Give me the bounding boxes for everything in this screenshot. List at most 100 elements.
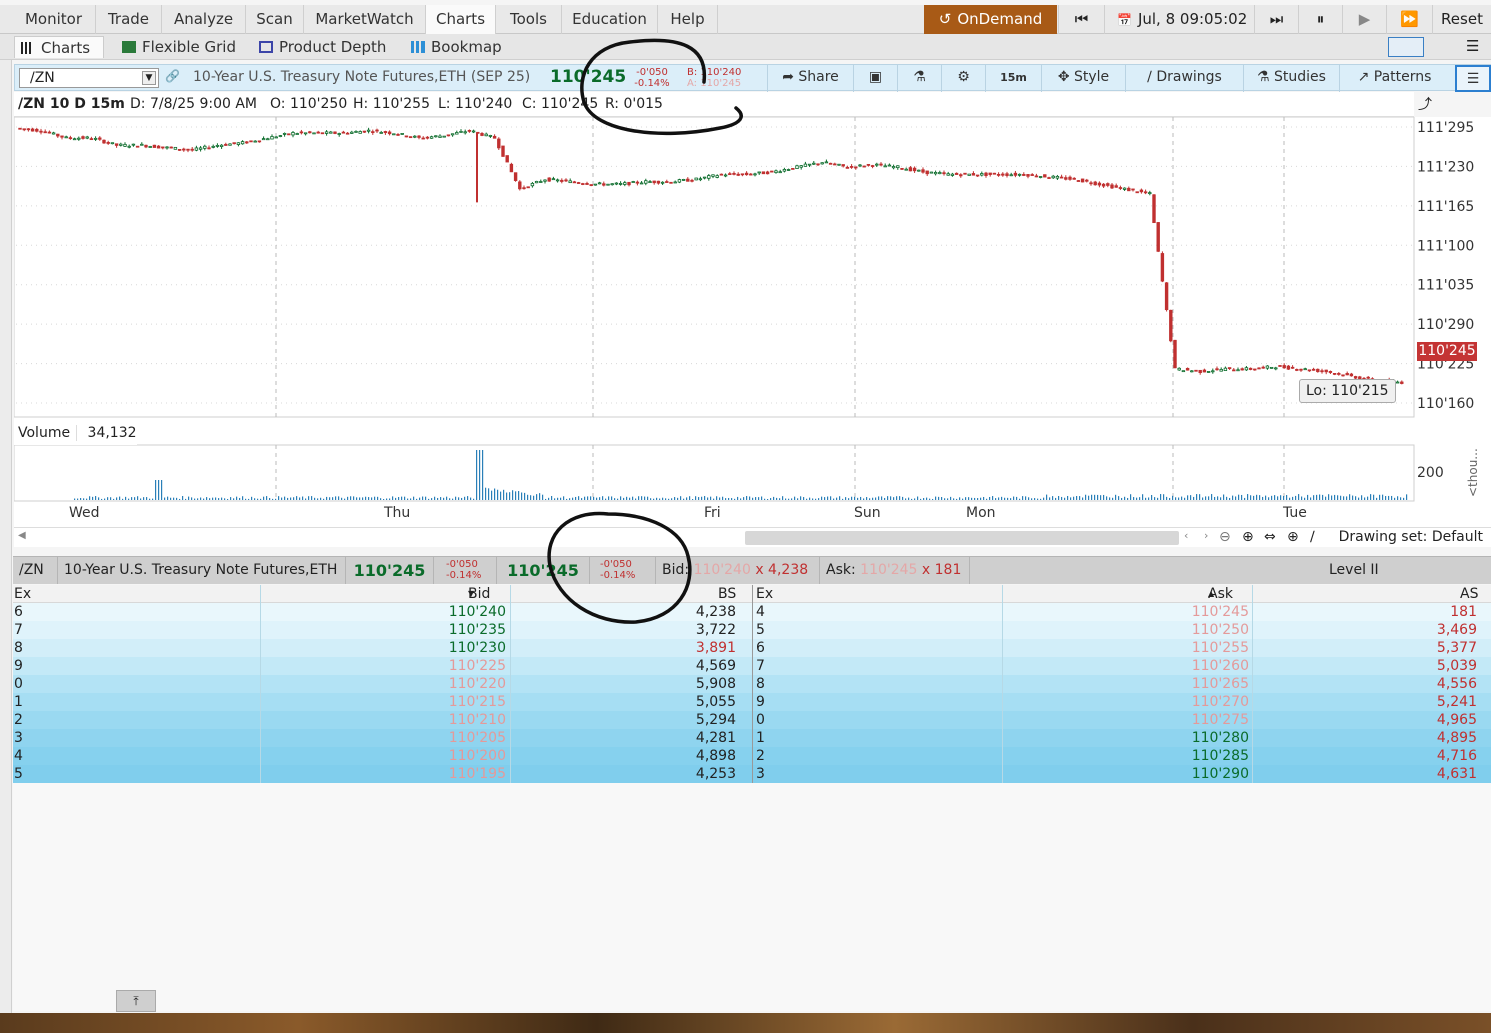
tab-product-depth[interactable]: Product Depth [253, 36, 393, 58]
style-label: Style [1074, 69, 1110, 85]
candle-body [774, 170, 778, 174]
snapshot-button[interactable]: ▣ [853, 65, 897, 92]
lab-button[interactable]: ⚗ [897, 65, 941, 92]
candle-body [329, 131, 333, 134]
ondemand-datetime[interactable]: 📅 Jul, 8 09:05:02 [1104, 5, 1254, 34]
drawing-set-label[interactable]: Drawing set: Default [1339, 528, 1483, 547]
volume-bar [428, 498, 430, 500]
candle-body [1026, 174, 1030, 177]
col-divider [510, 585, 511, 783]
volume-bar [221, 497, 223, 500]
price-axis-label: 110'160 [1417, 396, 1474, 412]
volume-bar [1058, 496, 1060, 500]
volume-bar [434, 496, 436, 500]
skip-button[interactable]: ⏩ [1386, 5, 1432, 34]
candle-body [635, 181, 640, 184]
volume-bar [566, 498, 568, 500]
candle-body [224, 143, 228, 146]
tab-flexible-grid[interactable]: Flexible Grid [116, 36, 242, 58]
ondemand-button[interactable]: ↺ OnDemand [924, 5, 1057, 34]
scroll-left-arrow[interactable]: ◀ [18, 530, 26, 541]
volume-bar [1301, 496, 1303, 500]
style-button[interactable]: ✥ Style [1041, 65, 1125, 92]
col-bs[interactable]: BS [718, 585, 736, 603]
chart-scrollbar-thumb[interactable] [745, 531, 1179, 545]
zoom-out-icon[interactable]: ⊖ [1219, 529, 1231, 545]
menu-analyze[interactable]: Analyze [162, 5, 246, 34]
link-icon[interactable]: 🔗 [165, 69, 180, 83]
cell-as: 4,895 [1436, 730, 1477, 746]
col-ex-bid[interactable]: Ex [14, 585, 31, 603]
left-panel-handle[interactable] [0, 34, 12, 1014]
tab-charts[interactable]: Charts [14, 36, 104, 58]
volume-bar [689, 496, 691, 500]
candle-body [152, 144, 157, 148]
studies-button[interactable]: ⚗ Studies [1243, 65, 1339, 92]
volume-bar [773, 496, 775, 500]
cell-bs: 5,908 [695, 676, 736, 692]
collapse-panel-button[interactable]: ⤒ [116, 990, 156, 1012]
volume-bar [506, 492, 508, 500]
scroll-next-icon[interactable]: › [1204, 529, 1208, 542]
menu-charts[interactable]: Charts [426, 5, 496, 34]
candle-body [358, 131, 362, 134]
menu-monitor[interactable]: Monitor [12, 5, 96, 34]
candle-body [782, 169, 787, 172]
scroll-prev-icon[interactable]: ‹ [1184, 529, 1188, 542]
candle-body [1253, 368, 1257, 371]
cell-bid: 110'205 [448, 730, 506, 746]
volume-bar [452, 498, 454, 500]
candle-body [375, 129, 379, 132]
reset-button[interactable]: Reset [1432, 5, 1491, 34]
menu-scan[interactable]: Scan [246, 5, 304, 34]
symbol-selector[interactable]: /ZN ▼ [19, 68, 159, 88]
chart-menu-button[interactable]: ☰ [1455, 65, 1491, 92]
chart-expand-icon[interactable]: ⤴ [1418, 94, 1432, 114]
volume-bar [761, 496, 763, 500]
price-chart-svg[interactable]: 111'295 111'230 111'165 111'100 111'035 110'2… [13, 116, 1491, 527]
patterns-button[interactable]: ↗ Patterns [1339, 65, 1449, 92]
play-button[interactable]: ▶ [1342, 5, 1386, 34]
volume-bar [1196, 494, 1198, 500]
draw-line-icon[interactable]: ∕ [1310, 529, 1315, 545]
settings-button[interactable]: ⚙ [941, 65, 985, 92]
volume-label: Volume [14, 425, 78, 441]
menu-help[interactable]: Help [658, 5, 718, 34]
timeframe-button[interactable]: 15m [985, 65, 1041, 92]
time-axis-label: Fri [704, 505, 721, 521]
play-icon: ▶ [1358, 10, 1371, 28]
cell-bid: 110'215 [448, 694, 506, 710]
candle-body [1152, 194, 1156, 224]
drawings-button[interactable]: ∕ Drawings [1125, 65, 1243, 92]
volume-bar [677, 497, 679, 500]
menu-tools[interactable]: Tools [496, 5, 562, 34]
col-ex-ask[interactable]: Ex [756, 585, 773, 603]
candle-body [862, 165, 866, 168]
rewind-button[interactable]: ⏮ [1058, 5, 1104, 34]
candle-body [413, 135, 417, 138]
candle-body [43, 131, 47, 134]
layout-swatch[interactable] [1388, 37, 1424, 57]
menu-list-icon[interactable]: ☰ [1466, 37, 1479, 55]
share-button[interactable]: ➦ Share [767, 65, 853, 92]
crosshair-icon[interactable]: ⊕ [1287, 529, 1299, 545]
candle-body [1122, 187, 1127, 190]
volume-bar [533, 495, 535, 500]
time-axis-label: Tue [1282, 505, 1307, 521]
volume-bar [1064, 497, 1066, 500]
chevron-down-icon[interactable]: ▼ [142, 71, 156, 85]
volume-bar [1175, 497, 1177, 500]
zoom-in-icon[interactable]: ⊕ [1242, 529, 1254, 545]
menu-marketwatch[interactable]: MarketWatch [304, 5, 426, 34]
fit-icon[interactable]: ⇔ [1264, 529, 1276, 545]
skip-back-icon: ⏮ [1074, 10, 1089, 28]
menu-education[interactable]: Education [562, 5, 658, 34]
volume-bar [1085, 494, 1087, 500]
col-as[interactable]: AS [1460, 585, 1478, 603]
fast-forward-button[interactable]: ⏭ [1254, 5, 1298, 34]
quote-symbol[interactable]: /ZN [13, 557, 58, 584]
menu-trade[interactable]: Trade [96, 5, 162, 34]
pause-button[interactable]: ⏸ [1298, 5, 1342, 34]
tab-bookmap[interactable]: Bookmap [405, 36, 515, 58]
price-chart-area[interactable]: 111'295 111'230 111'165 111'100 111'035 110'2… [13, 116, 1491, 529]
